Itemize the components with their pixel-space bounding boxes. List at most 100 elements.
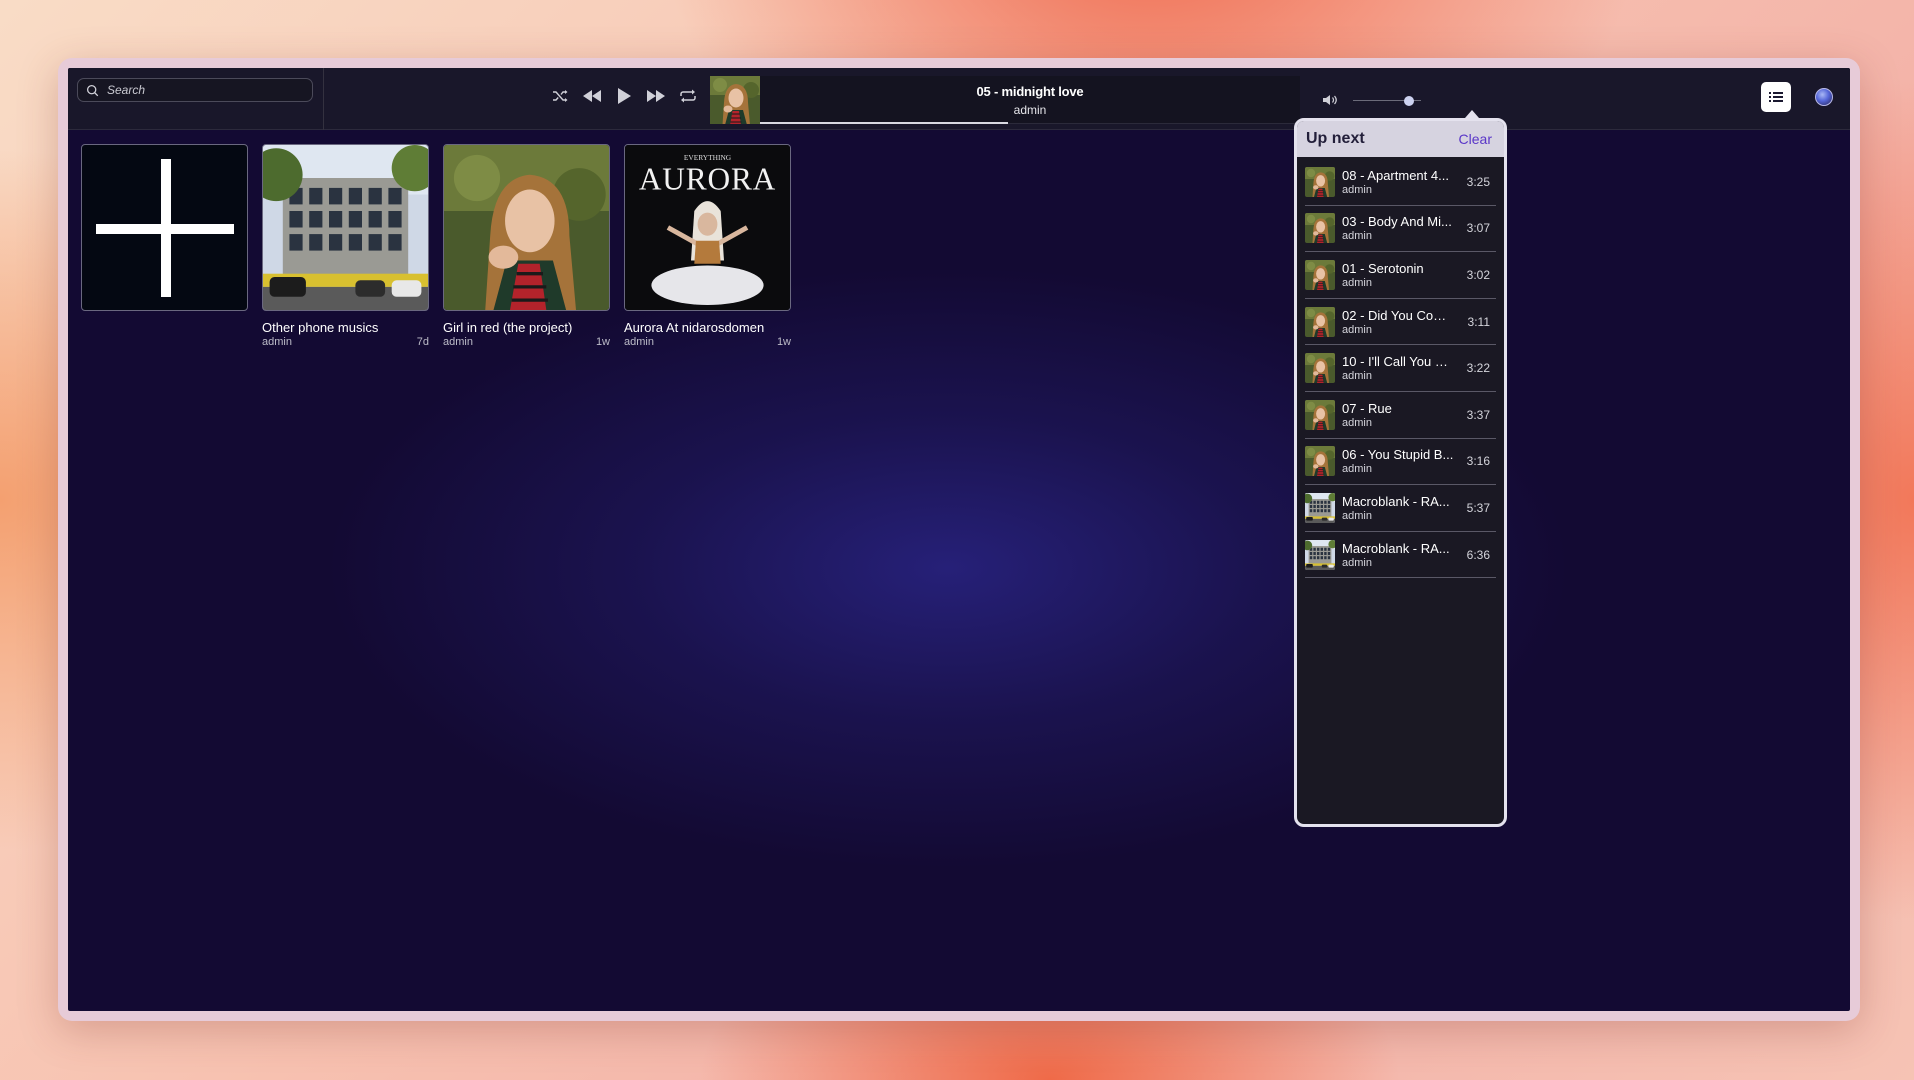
album-title: Other phone musics xyxy=(262,320,379,335)
queue-item-title: 08 - Apartment 4... xyxy=(1342,167,1449,183)
volume-knob[interactable] xyxy=(1403,96,1414,106)
now-playing-title: 05 - midnight love xyxy=(976,83,1084,99)
play-button[interactable] xyxy=(614,86,634,106)
search-input[interactable] xyxy=(107,83,307,97)
up-next-header: Up next Clear xyxy=(1297,121,1504,157)
queue-item[interactable]: Macroblank - RA... admin 6:36 xyxy=(1305,532,1496,579)
queue-item-title: 06 - You Stupid B... xyxy=(1342,447,1454,463)
queue-item[interactable]: 06 - You Stupid B... admin 3:16 xyxy=(1305,439,1496,486)
shuffle-button[interactable] xyxy=(550,86,570,106)
queue-item-duration: 3:22 xyxy=(1466,361,1490,376)
album-tile[interactable]: Girl in red (the project) admin 1w xyxy=(443,144,610,348)
album-art xyxy=(443,144,610,311)
shuffle-icon xyxy=(553,90,568,102)
progress-bar[interactable] xyxy=(760,122,1009,124)
queue-item-artist: admin xyxy=(1342,416,1372,429)
queue-item-title: Macroblank - RA... xyxy=(1342,540,1450,556)
queue-item-artist: admin xyxy=(1342,556,1372,569)
queue-item-artist: admin xyxy=(1342,323,1372,336)
album-art-text: AURORA xyxy=(639,162,776,197)
album-art xyxy=(262,144,429,311)
queue-item-art xyxy=(1305,213,1335,243)
rewind-icon xyxy=(583,90,601,102)
album-age: 1w xyxy=(595,336,610,348)
queue-item[interactable]: 02 - Did You Com... admin 3:11 xyxy=(1305,299,1496,346)
queue-item-title: 02 - Did You Com... xyxy=(1342,307,1454,323)
clear-queue-button[interactable]: Clear xyxy=(1459,131,1492,147)
top-bar: 05 - midnight love admin xyxy=(68,68,1850,130)
upnext-pointer xyxy=(1465,110,1479,118)
queue-item-artist: admin xyxy=(1342,509,1372,522)
queue-item[interactable]: 01 - Serotonin admin 3:02 xyxy=(1305,252,1496,299)
up-next-panel: Up next Clear 08 - Apartment 4... admin … xyxy=(1294,118,1507,827)
album-owner: admin xyxy=(624,336,654,348)
queue-item[interactable]: Macroblank - RA... admin 5:37 xyxy=(1305,485,1496,532)
album-grid: Other phone musics admin 7d Girl in red (… xyxy=(81,144,791,348)
queue-item-duration: 3:02 xyxy=(1466,267,1490,282)
add-playlist-button[interactable] xyxy=(81,144,248,311)
queue-item-art xyxy=(1305,307,1335,337)
queue-item-art xyxy=(1305,446,1335,476)
now-playing-artist: admin xyxy=(1013,102,1047,117)
queue-item-duration: 3:16 xyxy=(1466,454,1490,469)
search-icon xyxy=(86,84,99,96)
topbar-divider xyxy=(323,68,324,130)
queue-item-title: 03 - Body And Mi... xyxy=(1342,214,1452,230)
queue-item[interactable]: 07 - Rue admin 3:37 xyxy=(1305,392,1496,439)
fast-forward-icon xyxy=(647,90,665,102)
now-playing[interactable]: 05 - midnight love admin xyxy=(710,76,1300,124)
play-icon xyxy=(618,88,631,104)
repeat-button[interactable] xyxy=(678,86,698,106)
queue-item-artist: admin xyxy=(1342,276,1372,289)
album-age: 7d xyxy=(416,336,429,348)
now-playing-info: 05 - midnight love admin xyxy=(760,76,1300,124)
album-tile[interactable]: EVERYTHING AURORA Aurora At nidarosdomen… xyxy=(624,144,791,348)
queue-item-art xyxy=(1305,353,1335,383)
album-art: EVERYTHING AURORA xyxy=(624,144,791,311)
queue-list: 08 - Apartment 4... admin 3:25 03 - Body… xyxy=(1297,157,1504,579)
queue-item-title: 10 - I'll Call You M... xyxy=(1342,354,1454,370)
queue-item-artist: admin xyxy=(1342,370,1372,383)
next-button[interactable] xyxy=(646,86,666,106)
queue-item-duration: 5:37 xyxy=(1466,500,1490,515)
album-art-subtext: EVERYTHING xyxy=(684,153,732,162)
queue-button[interactable] xyxy=(1761,82,1791,112)
queue-item-art xyxy=(1305,167,1335,197)
queue-item-art xyxy=(1305,540,1335,570)
album-tile[interactable]: Other phone musics admin 7d xyxy=(262,144,429,348)
user-avatar[interactable] xyxy=(1815,88,1833,106)
repeat-icon xyxy=(680,89,696,103)
queue-item-art xyxy=(1305,260,1335,290)
queue-item-title: Macroblank - RA... xyxy=(1342,493,1450,509)
volume-icon[interactable] xyxy=(1322,94,1338,106)
queue-item-duration: 3:25 xyxy=(1466,174,1490,189)
queue-item-art xyxy=(1305,493,1335,523)
app-window: 05 - midnight love admin xyxy=(58,58,1860,1021)
album-title: Aurora At nidarosdomen xyxy=(624,320,765,335)
queue-item[interactable]: 03 - Body And Mi... admin 3:07 xyxy=(1305,206,1496,253)
now-playing-album-art xyxy=(710,76,760,124)
queue-item-duration: 3:37 xyxy=(1466,407,1490,422)
album-age: 1w xyxy=(776,336,791,348)
album-owner: admin xyxy=(443,336,473,348)
queue-item[interactable]: 10 - I'll Call You M... admin 3:22 xyxy=(1305,345,1496,392)
up-next-title: Up next xyxy=(1306,130,1365,147)
queue-item-artist: admin xyxy=(1342,183,1372,196)
queue-item-title: 01 - Serotonin xyxy=(1342,260,1424,276)
plus-icon xyxy=(96,224,234,234)
album-owner: admin xyxy=(262,336,292,348)
queue-item-title: 07 - Rue xyxy=(1342,400,1392,416)
queue-item-duration: 6:36 xyxy=(1466,547,1490,562)
list-icon xyxy=(1769,92,1783,102)
album-title: Girl in red (the project) xyxy=(443,320,573,335)
queue-item[interactable]: 08 - Apartment 4... admin 3:25 xyxy=(1305,159,1496,206)
previous-button[interactable] xyxy=(582,86,602,106)
queue-item-artist: admin xyxy=(1342,463,1372,476)
search-box[interactable] xyxy=(77,78,313,102)
queue-item-artist: admin xyxy=(1342,230,1372,243)
playback-controls xyxy=(550,86,698,106)
volume-slider[interactable] xyxy=(1353,96,1421,106)
queue-item-art xyxy=(1305,400,1335,430)
queue-item-duration: 3:11 xyxy=(1467,314,1490,329)
music-app: 05 - midnight love admin xyxy=(68,68,1850,1011)
